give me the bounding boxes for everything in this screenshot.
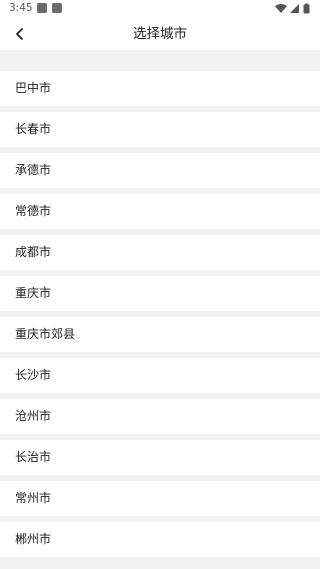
status-time: 3:45 <box>9 2 33 14</box>
notification-square-icon <box>37 3 47 13</box>
city-item-cangzhou[interactable]: 沧州市 <box>0 399 320 434</box>
city-item-label: 常德市 <box>15 204 52 218</box>
city-item-label: 重庆市 <box>15 286 52 300</box>
city-item-chengde[interactable]: 承德市 <box>0 153 320 188</box>
city-item-changchun[interactable]: 长春市 <box>0 112 320 147</box>
status-icons <box>274 3 314 14</box>
city-item-chongqing-suburbs[interactable]: 重庆市郊县 <box>0 317 320 352</box>
city-item-label: 沧州市 <box>15 409 52 423</box>
page-title: 选择城市 <box>133 26 187 42</box>
city-item-chongqing[interactable]: 重庆市 <box>0 276 320 311</box>
city-item-label: 成都市 <box>15 245 52 259</box>
city-item-label: 承德市 <box>15 163 52 177</box>
city-item-label: 长治市 <box>15 450 52 464</box>
city-item-changde[interactable]: 常德市 <box>0 194 320 229</box>
city-item-changsha[interactable]: 长沙市 <box>0 358 320 393</box>
wifi-icon <box>275 3 287 14</box>
city-list[interactable]: 巴中市 长春市 承德市 常德市 成都市 重庆市 重庆市郊县 长沙市 沧州市 长治… <box>0 51 320 569</box>
city-item-label: 巴中市 <box>15 81 52 95</box>
signal-icon <box>290 4 299 13</box>
city-item-bazhong[interactable]: 巴中市 <box>0 71 320 106</box>
status-bar: 3:45 <box>0 0 320 18</box>
city-item-label: 长沙市 <box>15 368 52 382</box>
city-item-label: 郴州市 <box>15 532 52 546</box>
city-item-chengdu[interactable]: 成都市 <box>0 235 320 270</box>
city-item-chenzhou[interactable]: 郴州市 <box>0 522 320 557</box>
battery-icon <box>303 3 310 14</box>
city-item-label: 长春市 <box>15 122 52 136</box>
notification-square-icon <box>52 3 62 13</box>
city-item-label: 常州市 <box>15 491 52 505</box>
city-item-changzhi[interactable]: 长治市 <box>0 440 320 475</box>
city-item-changzhou[interactable]: 常州市 <box>0 481 320 516</box>
city-item-label: 重庆市郊县 <box>15 327 76 341</box>
nav-bar: 选择城市 <box>0 18 320 51</box>
